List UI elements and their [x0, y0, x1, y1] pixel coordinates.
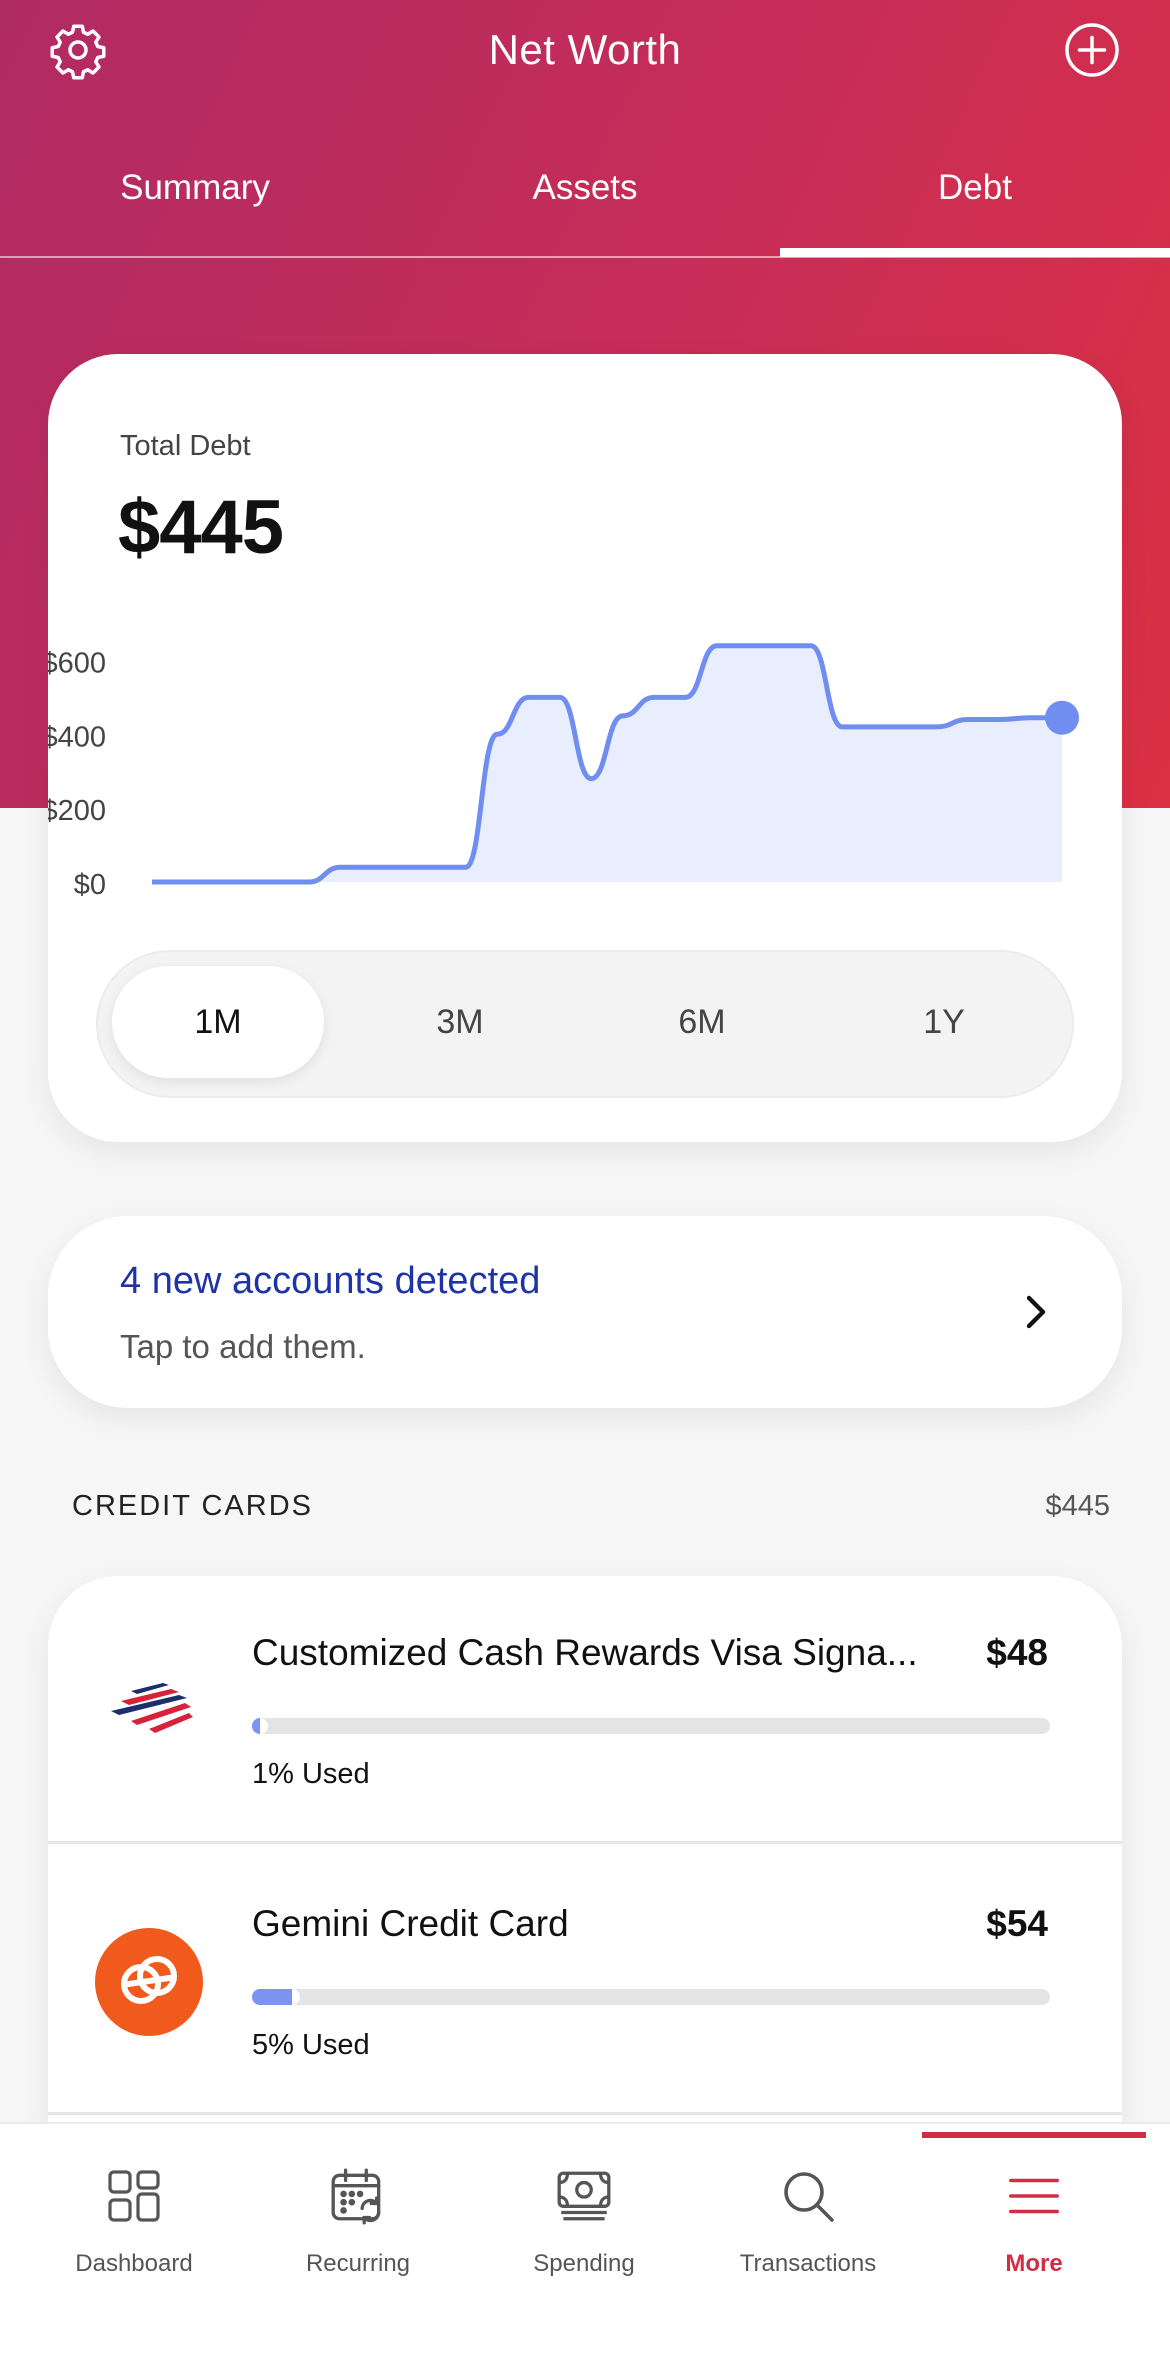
nav-dashboard[interactable]: Dashboard	[22, 2124, 246, 2324]
nav-spending[interactable]: Spending	[472, 2124, 696, 2324]
total-debt-card: Total Debt $445 $600 $400 $200 $0 1M 3M 6M …	[48, 354, 1122, 1142]
list-item[interactable]: Customized Cash Rewards Visa Signa... $4…	[48, 1576, 1122, 1844]
tab-bar: Summary Assets Debt	[0, 150, 1170, 258]
nav-label: Spending	[533, 2250, 635, 2277]
search-icon	[768, 2156, 848, 2236]
cash-icon	[544, 2156, 624, 2236]
new-accounts-title: 4 new accounts detected	[120, 1260, 541, 1302]
tab-assets[interactable]: Assets	[390, 168, 780, 208]
chart-current-point	[1045, 700, 1079, 735]
active-tab-indicator	[780, 248, 1170, 257]
utilization-bar-fill	[252, 1989, 300, 2005]
tab-debt[interactable]: Debt	[780, 168, 1170, 208]
range-1m-button[interactable]: 1M	[112, 966, 324, 1078]
account-balance: $54	[986, 1903, 1048, 1944]
time-range-selector: 1M 3M 6M 1Y	[96, 950, 1074, 1098]
total-debt-label: Total Debt	[120, 430, 251, 462]
range-1y-button[interactable]: 1Y	[838, 966, 1050, 1078]
bank-of-america-logo	[94, 1654, 204, 1764]
nav-label: More	[1005, 2250, 1063, 2277]
nav-label: Recurring	[305, 2250, 411, 2277]
utilization-label: 5% Used	[252, 2029, 370, 2061]
list-item[interactable]: Gemini Credit Card $54 5% Used	[48, 1847, 1122, 2115]
account-name: Gemini Credit Card	[252, 1903, 569, 1944]
credit-card-list: Customized Cash Rewards Visa Signa... $4…	[48, 1576, 1122, 2136]
utilization-bar-fill	[252, 1718, 268, 1734]
credit-cards-heading: CREDIT CARDS	[72, 1490, 313, 1522]
bottom-navigation: Dashboard Recurring Spending Transaction…	[0, 2122, 1170, 2374]
utilization-bar	[252, 1989, 1050, 2005]
utilization-label: 1% Used	[252, 1758, 370, 1790]
total-debt-value: $445	[118, 485, 284, 570]
nav-transactions[interactable]: Transactions	[696, 2124, 920, 2324]
nav-recurring[interactable]: Recurring	[246, 2124, 470, 2324]
tab-summary[interactable]: Summary	[0, 168, 390, 208]
nav-label: Transactions	[739, 2250, 877, 2277]
y-tick-label: $600	[48, 647, 106, 679]
y-tick-label: $200	[48, 795, 106, 827]
account-name: Customized Cash Rewards Visa Signa...	[252, 1632, 918, 1673]
utilization-bar	[252, 1718, 1050, 1734]
credit-cards-total: $445	[1045, 1490, 1110, 1522]
nav-more[interactable]: More	[922, 2124, 1146, 2324]
y-tick-label: $400	[48, 721, 106, 753]
calendar-recurring-icon	[318, 2156, 398, 2236]
chevron-right-icon	[1014, 1290, 1058, 1334]
chart-area-fill	[152, 645, 1062, 882]
gemini-logo	[94, 1927, 204, 2037]
plus-circle-icon	[1065, 23, 1119, 77]
new-accounts-banner[interactable]: 4 new accounts detected Tap to add them.	[48, 1216, 1122, 1408]
y-tick-label: $0	[74, 869, 106, 901]
page-title: Net Worth	[488, 26, 682, 73]
account-balance: $48	[986, 1632, 1048, 1673]
range-6m-button[interactable]: 6M	[596, 966, 808, 1078]
nav-label: Dashboard	[75, 2250, 193, 2277]
dashboard-icon	[94, 2156, 174, 2236]
debt-chart: $600 $400 $200 $0	[48, 643, 1079, 901]
add-button[interactable]	[1060, 18, 1124, 82]
new-accounts-subtitle: Tap to add them.	[120, 1328, 366, 1365]
menu-icon	[994, 2156, 1074, 2236]
range-3m-button[interactable]: 3M	[354, 966, 566, 1078]
top-bar: Net Worth	[0, 0, 1170, 100]
